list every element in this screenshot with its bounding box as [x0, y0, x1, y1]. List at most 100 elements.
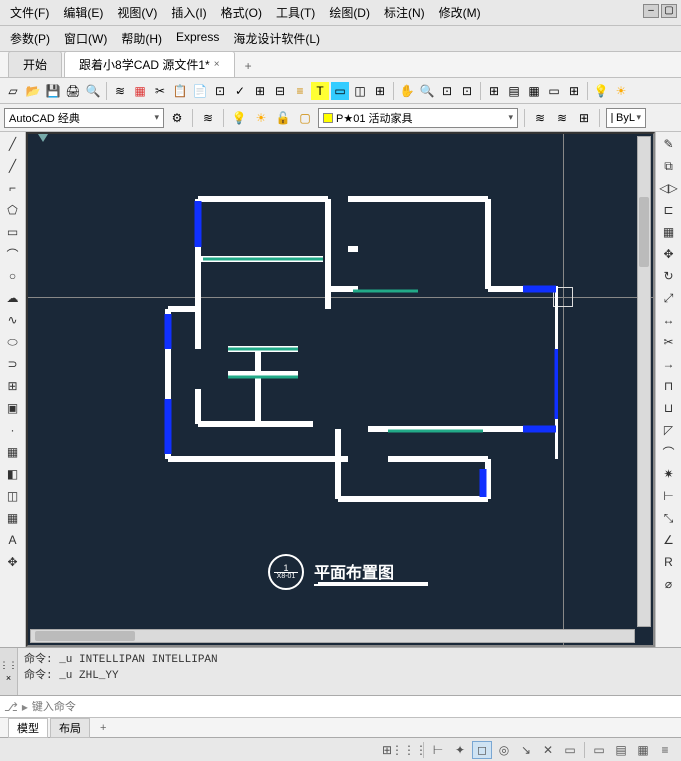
dim-dia-icon[interactable]: ⌀: [659, 574, 679, 594]
rotate-icon[interactable]: ↻: [659, 266, 679, 286]
preview-icon[interactable]: 🔍: [84, 82, 102, 100]
chamfer-icon[interactable]: ◸: [659, 420, 679, 440]
cmd-close-icon[interactable]: ×: [6, 673, 11, 683]
freeze-icon[interactable]: ▢: [296, 109, 314, 127]
pan-icon[interactable]: ✋: [398, 82, 416, 100]
tab-file[interactable]: 跟着小8学CAD 源文件1*×: [64, 51, 235, 77]
menu-window[interactable]: 窗口(W): [58, 28, 113, 49]
menu-file[interactable]: 文件(F): [4, 2, 55, 23]
scrollbar-horizontal[interactable]: [30, 629, 635, 643]
insert-icon[interactable]: ◫: [351, 82, 369, 100]
add-tab-button[interactable]: +: [237, 55, 260, 77]
sun-icon[interactable]: ☀: [252, 109, 270, 127]
tab-model[interactable]: 模型: [8, 718, 48, 738]
xline-icon[interactable]: ╱: [3, 156, 23, 176]
markup-icon[interactable]: ▭: [545, 82, 563, 100]
polygon-icon[interactable]: ⬠: [3, 200, 23, 220]
props-icon[interactable]: ⊞: [485, 82, 503, 100]
layer-iso-icon[interactable]: ≋: [553, 109, 571, 127]
qp-icon[interactable]: ▭: [560, 741, 580, 759]
menu-hailong[interactable]: 海龙设计软件(L): [227, 28, 326, 49]
hatch-icon[interactable]: ▦: [3, 442, 23, 462]
make-block-icon[interactable]: ▣: [3, 398, 23, 418]
crop-icon[interactable]: ⊡: [211, 82, 229, 100]
workspace-combo[interactable]: AutoCAD 经典: [4, 108, 164, 128]
gear-icon[interactable]: ⚙: [168, 109, 186, 127]
ellipse-icon[interactable]: ⬭: [3, 332, 23, 352]
zoom-icon[interactable]: 🔍: [418, 82, 436, 100]
arc-icon[interactable]: ⌒: [3, 244, 23, 264]
layer-walk-icon[interactable]: ⊟: [271, 82, 289, 100]
ws-icon[interactable]: ▦: [633, 741, 653, 759]
lock-icon[interactable]: 🔓: [274, 109, 292, 127]
bulb-icon[interactable]: 💡: [592, 82, 610, 100]
offset-icon[interactable]: ⊏: [659, 200, 679, 220]
polar-icon[interactable]: ✦: [450, 741, 470, 759]
cut-icon[interactable]: ✂: [151, 82, 169, 100]
command-input[interactable]: [32, 701, 677, 713]
ortho-icon[interactable]: ⊢: [428, 741, 448, 759]
insert-block-icon[interactable]: ⊞: [3, 376, 23, 396]
menu-view[interactable]: 视图(V): [111, 2, 163, 23]
explode-icon[interactable]: ✷: [659, 464, 679, 484]
new-icon[interactable]: ▱: [4, 82, 22, 100]
menu-draw[interactable]: 绘图(D): [323, 2, 376, 23]
autoscale-icon[interactable]: ▤: [611, 741, 631, 759]
minimize-button[interactable]: –: [643, 4, 659, 18]
menu-dimension[interactable]: 标注(N): [378, 2, 431, 23]
copy2-icon[interactable]: ⧉: [659, 156, 679, 176]
array-icon[interactable]: ▦: [659, 222, 679, 242]
match-icon[interactable]: ✓: [231, 82, 249, 100]
scale-icon[interactable]: ⤢: [659, 288, 679, 308]
stretch-icon[interactable]: ↔: [659, 310, 679, 330]
save-icon[interactable]: 💾: [44, 82, 62, 100]
light-icon[interactable]: ☀: [612, 82, 630, 100]
lwt-icon[interactable]: ✕: [538, 741, 558, 759]
zoom-ext-icon[interactable]: ⊡: [458, 82, 476, 100]
block-icon[interactable]: ▦: [131, 82, 149, 100]
cmd-chevron-icon[interactable]: ⎇: [4, 700, 18, 714]
erase-icon[interactable]: ✎: [659, 134, 679, 154]
mtext-icon[interactable]: A: [3, 530, 23, 550]
dim-lin-icon[interactable]: ⊢: [659, 486, 679, 506]
palette-icon[interactable]: ▦: [525, 82, 543, 100]
break-icon[interactable]: ⊓: [659, 376, 679, 396]
annoscale-icon[interactable]: ▭: [589, 741, 609, 759]
extend-icon[interactable]: →: [659, 354, 679, 374]
tab-start[interactable]: 开始: [8, 51, 62, 77]
tab-layout[interactable]: 布局: [50, 718, 90, 738]
menu-help[interactable]: 帮助(H): [115, 28, 168, 49]
cloud-icon[interactable]: ☁: [3, 288, 23, 308]
layer-prop-icon[interactable]: ≋: [199, 109, 217, 127]
dim-ang-icon[interactable]: ∠: [659, 530, 679, 550]
trim-icon[interactable]: ✂: [659, 332, 679, 352]
zoom-win-icon[interactable]: ⊡: [438, 82, 456, 100]
dim-align-icon[interactable]: ⤡: [659, 508, 679, 528]
drawing-canvas[interactable]: 1 X8-01 平面布置图: [26, 132, 655, 647]
menu-format[interactable]: 格式(O): [215, 2, 268, 23]
move-icon[interactable]: ✥: [659, 244, 679, 264]
area-icon[interactable]: ▭: [331, 82, 349, 100]
text-icon[interactable]: T: [311, 82, 329, 100]
join-icon[interactable]: ⊔: [659, 398, 679, 418]
print-icon[interactable]: 🖨: [64, 82, 82, 100]
layers-icon[interactable]: ≋: [111, 82, 129, 100]
cmd-drag-handle[interactable]: ⋮⋮ ×: [0, 648, 18, 695]
point-icon[interactable]: ·: [3, 420, 23, 440]
layer-states-icon[interactable]: ≋: [531, 109, 549, 127]
rect-icon[interactable]: ▭: [3, 222, 23, 242]
otrack-icon[interactable]: ◎: [494, 741, 514, 759]
layer-walk2-icon[interactable]: ⊞: [575, 109, 593, 127]
menu-insert[interactable]: 插入(I): [165, 2, 212, 23]
tool-icon[interactable]: ⊞: [251, 82, 269, 100]
mirror-icon[interactable]: ◁▷: [659, 178, 679, 198]
bulb2-icon[interactable]: 💡: [230, 109, 248, 127]
dyn-icon[interactable]: ↘: [516, 741, 536, 759]
calc-icon[interactable]: ⊞: [565, 82, 583, 100]
menu-edit[interactable]: 编辑(E): [57, 2, 109, 23]
menu-modify[interactable]: 修改(M): [433, 2, 487, 23]
circle-icon[interactable]: ○: [3, 266, 23, 286]
dim-rad-icon[interactable]: R: [659, 552, 679, 572]
addsel-icon[interactable]: ✥: [3, 552, 23, 572]
gradient-icon[interactable]: ◧: [3, 464, 23, 484]
